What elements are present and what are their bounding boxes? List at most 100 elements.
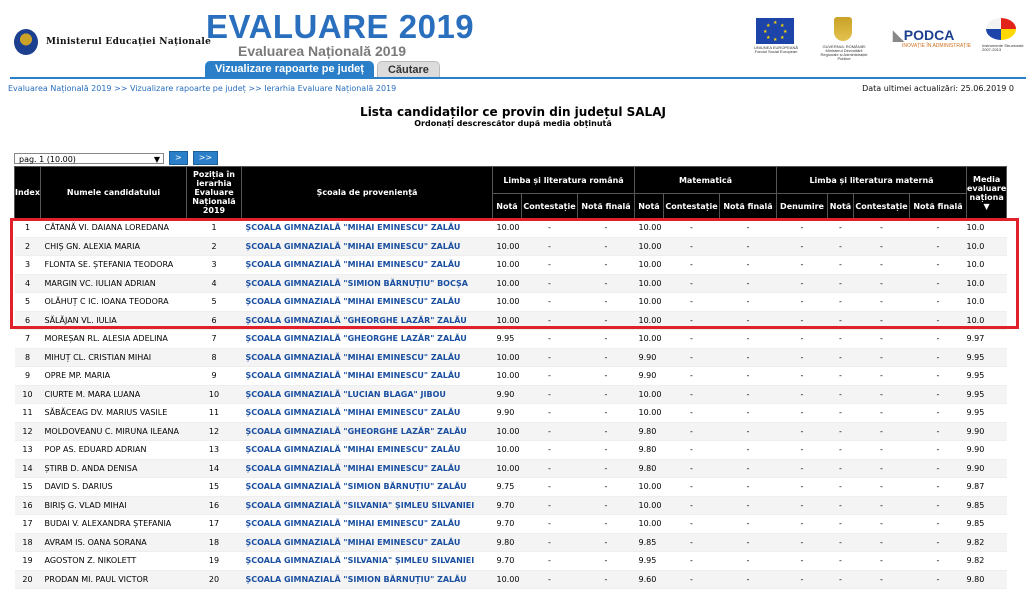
page-select[interactable]: pag. 1 (10.00) ▼ bbox=[14, 152, 164, 164]
table-row[interactable]: 13 POP AS. EDUARD ADRIAN 13 ȘCOALA GIMNAZIA… bbox=[14, 440, 1007, 460]
school-link[interactable]: ȘCOALA GIMNAZIALĂ "MIHAI EMINESCU" ZALĂU bbox=[246, 353, 461, 362]
school-link[interactable]: ȘCOALA GIMNAZIALĂ "MIHAI EMINESCU" ZALĂU bbox=[246, 260, 461, 269]
cell-mt-final: - bbox=[909, 311, 967, 330]
table-row[interactable]: 5 OLĂHUȚ C IC. IOANA TEODORA 5 ȘCOALA GIMNA… bbox=[14, 292, 1007, 312]
cell-school[interactable]: ȘCOALA GIMNAZIALĂ "MIHAI EMINESCU" ZALĂU bbox=[241, 348, 493, 367]
cell-average: 9.82 bbox=[966, 551, 1007, 571]
school-link[interactable]: ȘCOALA GIMNAZIALĂ "MIHAI EMINESCU" ZALĂU bbox=[246, 242, 461, 251]
school-link[interactable]: ȘCOALA GIMNAZIALĂ "GHEORGHE LAZĂR" ZALĂU bbox=[246, 334, 467, 343]
table-row[interactable]: 19 AGOSTON Z. NIKOLETT 19 ȘCOALA GIMNAZIALĂ… bbox=[14, 551, 1007, 571]
column-header-index[interactable]: Index bbox=[14, 166, 41, 219]
school-link[interactable]: ȘCOALA GIMNAZIALĂ "MIHAI EMINESCU" ZALĂU bbox=[246, 297, 461, 306]
cell-school[interactable]: ȘCOALA GIMNAZIALĂ "GHEORGHE LAZĂR" ZALĂU bbox=[241, 311, 493, 330]
school-link[interactable]: ȘCOALA GIMNAZIALĂ "SIMION BĂRNUȚIU" ZALĂ… bbox=[246, 482, 467, 491]
cell-school[interactable]: ȘCOALA GIMNAZIALĂ "SIMION BĂRNUȚIU" ZALĂ… bbox=[241, 570, 493, 589]
column-header-ro-appeal[interactable]: Contestație bbox=[521, 193, 578, 219]
cell-school[interactable]: ȘCOALA GIMNAZIALĂ "SILVANIA" ȘIMLEU SILV… bbox=[241, 496, 493, 515]
table-row[interactable]: 16 BIRIȘ G. VLAD MIHAI 16 ȘCOALA GIMNAZIALĂ… bbox=[14, 496, 1007, 515]
cell-name: PRODAN MI. PAUL VICTOR bbox=[40, 570, 187, 589]
cell-school[interactable]: ȘCOALA GIMNAZIALĂ "MIHAI EMINESCU" ZALĂU bbox=[241, 366, 493, 386]
ministry-logo[interactable]: Ministerul Educației Naționale bbox=[14, 29, 211, 55]
cell-math-appeal: - bbox=[663, 570, 720, 589]
school-link[interactable]: ȘCOALA GIMNAZIALĂ "MIHAI EMINESCU" ZALĂU bbox=[246, 519, 461, 528]
cell-school[interactable]: ȘCOALA GIMNAZIALĂ "MIHAI EMINESCU" ZALĂU bbox=[241, 514, 493, 534]
table-row[interactable]: 17 BUDAI V. ALEXANDRA ȘTEFANIA 17 ȘCOALA GI… bbox=[14, 514, 1007, 534]
school-link[interactable]: ȘCOALA GIMNAZIALĂ "SIMION BĂRNUȚIU" BOCȘ… bbox=[246, 279, 468, 288]
column-header-average[interactable]: Media evaluare naționa ▼ bbox=[965, 166, 1008, 219]
column-header-mt-final[interactable]: Notă finală bbox=[909, 193, 967, 219]
cell-school[interactable]: ȘCOALA GIMNAZIALĂ "SIMION BĂRNUȚIU" BOCȘ… bbox=[241, 274, 493, 293]
table-row[interactable]: 20 PRODAN MI. PAUL VICTOR 20 ȘCOALA GIMNAZI… bbox=[14, 570, 1007, 589]
table-row[interactable]: 10 CIURTE M. MARA LUANA 10 ȘCOALA GIMNAZIAL… bbox=[14, 385, 1007, 404]
school-link[interactable]: ȘCOALA GIMNAZIALĂ "MIHAI EMINESCU" ZALĂU bbox=[246, 445, 461, 454]
next-page-button[interactable]: > bbox=[169, 151, 188, 165]
school-link[interactable]: ȘCOALA GIMNAZIALĂ "SILVANIA" ȘIMLEU SILV… bbox=[246, 501, 475, 510]
table-row[interactable]: 15 DAVID S. DARIUS 15 ȘCOALA GIMNAZIALĂ "SI… bbox=[14, 477, 1007, 497]
school-link[interactable]: ȘCOALA GIMNAZIALĂ "SILVANIA" ȘIMLEU SILV… bbox=[246, 556, 475, 565]
cell-ro-appeal: - bbox=[521, 385, 578, 404]
breadcrumb-item-evaluation[interactable]: Evaluarea Națională 2019 bbox=[8, 84, 112, 93]
cell-math-grade: 9.90 bbox=[634, 366, 664, 386]
cell-mt-grade: - bbox=[827, 255, 854, 275]
school-link[interactable]: ȘCOALA GIMNAZIALĂ "MIHAI EMINESCU" ZALĂU bbox=[246, 223, 461, 232]
school-link[interactable]: ȘCOALA GIMNAZIALĂ "GHEORGHE LAZĂR" ZALĂU bbox=[246, 427, 467, 436]
column-header-ro-grade[interactable]: Notă bbox=[492, 193, 522, 219]
school-link[interactable]: ȘCOALA GIMNAZIALĂ "MIHAI EMINESCU" ZALĂU bbox=[246, 464, 461, 473]
cell-mt-name: - bbox=[776, 237, 828, 256]
cell-average: 10.0 bbox=[966, 274, 1007, 293]
cell-ro-final: - bbox=[577, 329, 635, 349]
column-header-mt-name[interactable]: Denumire bbox=[776, 193, 828, 219]
cell-school[interactable]: ȘCOALA GIMNAZIALĂ "MIHAI EMINESCU" ZALĂU bbox=[241, 292, 493, 312]
breadcrumb-item-county-reports[interactable]: Vizualizare rapoarte pe județ bbox=[130, 84, 246, 93]
column-header-mt-appeal[interactable]: Contestație bbox=[853, 193, 910, 219]
cell-school[interactable]: ȘCOALA GIMNAZIALĂ "MIHAI EMINESCU" ZALĂU bbox=[241, 533, 493, 552]
cell-index: 7 bbox=[14, 329, 41, 349]
table-row[interactable]: 2 CHIȘ GN. ALEXIA MARIA 2 ȘCOALA GIMNAZIALĂ… bbox=[14, 237, 1007, 256]
table-row[interactable]: 3 FLONTA SE. ȘTEFANIA TEODORA 3 ȘCOALA GIMN… bbox=[14, 255, 1007, 275]
cell-school[interactable]: ȘCOALA GIMNAZIALĂ "GHEORGHE LAZĂR" ZALĂU bbox=[241, 422, 493, 441]
table-row[interactable]: 8 MIHUȚ CL. CRISTIAN MIHAI 8 ȘCOALA GIMNAZI… bbox=[14, 348, 1007, 367]
column-header-position[interactable]: Poziția în ierarhia Evaluare Națională 2… bbox=[186, 166, 242, 219]
column-header-mt-grade[interactable]: Notă bbox=[827, 193, 854, 219]
column-header-math-grade[interactable]: Notă bbox=[634, 193, 664, 219]
table-row[interactable]: 14 ȘTIRB D. ANDA DENISA 14 ȘCOALA GIMNAZIAL… bbox=[14, 459, 1007, 478]
cell-school[interactable]: ȘCOALA GIMNAZIALĂ "MIHAI EMINESCU" ZALĂU bbox=[241, 255, 493, 275]
table-row[interactable]: 4 MARGIN VC. IULIAN ADRIAN 4 ȘCOALA GIMNAZI… bbox=[14, 274, 1007, 293]
cell-math-final: - bbox=[719, 570, 777, 589]
breadcrumb-item-hierarchy[interactable]: Ierarhia Evaluare Națională 2019 bbox=[264, 84, 396, 93]
school-link[interactable]: ȘCOALA GIMNAZIALĂ "SIMION BĂRNUȚIU" ZALĂ… bbox=[246, 575, 467, 584]
table-row[interactable]: 9 OPRE MP. MARIA 9 ȘCOALA GIMNAZIALĂ "MIHAI… bbox=[14, 366, 1007, 386]
cell-school[interactable]: ȘCOALA GIMNAZIALĂ "MIHAI EMINESCU" ZALĂU bbox=[241, 237, 493, 256]
cell-school[interactable]: ȘCOALA GIMNAZIALĂ "SILVANIA" ȘIMLEU SILV… bbox=[241, 551, 493, 571]
column-group-math: Matematică bbox=[634, 166, 777, 194]
cell-school[interactable]: ȘCOALA GIMNAZIALĂ "MIHAI EMINESCU" ZALĂU bbox=[241, 440, 493, 460]
cell-ro-grade: 9.70 bbox=[492, 514, 522, 534]
school-link[interactable]: ȘCOALA GIMNAZIALĂ "GHEORGHE LAZĂR" ZALĂU bbox=[246, 316, 467, 325]
column-header-name[interactable]: Numele candidatului bbox=[40, 166, 187, 219]
table-row[interactable]: 11 SĂBĂCEAG DV. MARIUS VASILE 11 ȘCOALA GIM… bbox=[14, 403, 1007, 423]
column-header-ro-final[interactable]: Notă finală bbox=[577, 193, 635, 219]
table-row[interactable]: 6 SĂLĂJAN VL. IULIA 6 ȘCOALA GIMNAZIALĂ "GH… bbox=[14, 311, 1007, 330]
cell-ro-appeal: - bbox=[521, 514, 578, 534]
school-link[interactable]: ȘCOALA GIMNAZIALĂ "MIHAI EMINESCU" ZALĂU bbox=[246, 538, 461, 547]
table-row[interactable]: 12 MOLDOVEANU C. MIRUNA ILEANA 12 ȘCOALA GI… bbox=[14, 422, 1007, 441]
cell-math-final: - bbox=[719, 533, 777, 552]
cell-ro-grade: 10.00 bbox=[492, 570, 522, 589]
column-header-math-appeal[interactable]: Contestație bbox=[663, 193, 720, 219]
cell-math-final: - bbox=[719, 477, 777, 497]
cell-school[interactable]: ȘCOALA GIMNAZIALĂ "MIHAI EMINESCU" ZALĂU bbox=[241, 403, 493, 423]
last-page-button[interactable]: >> bbox=[192, 151, 219, 165]
school-link[interactable]: ȘCOALA GIMNAZIALĂ "LUCIAN BLAGA" JIBOU bbox=[246, 390, 446, 399]
cell-school[interactable]: ȘCOALA GIMNAZIALĂ "LUCIAN BLAGA" JIBOU bbox=[241, 385, 493, 404]
cell-school[interactable]: ȘCOALA GIMNAZIALĂ "MIHAI EMINESCU" ZALĂU bbox=[241, 459, 493, 478]
school-link[interactable]: ȘCOALA GIMNAZIALĂ "MIHAI EMINESCU" ZALĂU bbox=[246, 408, 461, 417]
table-row[interactable]: 7 MOREȘAN RL. ALESIA ADELINA 7 ȘCOALA GIMNA… bbox=[14, 329, 1007, 349]
column-header-school[interactable]: Școala de proveniență bbox=[241, 166, 493, 219]
cell-school[interactable]: ȘCOALA GIMNAZIALĂ "SIMION BĂRNUȚIU" ZALĂ… bbox=[241, 477, 493, 497]
table-row[interactable]: 18 AVRAM IS. OANA SORANA 18 ȘCOALA GIMNAZIA… bbox=[14, 533, 1007, 552]
cell-school[interactable]: ȘCOALA GIMNAZIALĂ "GHEORGHE LAZĂR" ZALĂU bbox=[241, 329, 493, 349]
cell-school[interactable]: ȘCOALA GIMNAZIALĂ "MIHAI EMINESCU" ZALĂU bbox=[241, 218, 493, 238]
column-header-math-final[interactable]: Notă finală bbox=[719, 193, 777, 219]
table-row[interactable]: 1 CĂTANĂ VI. DAIANA LOREDANA 1 ȘCOALA GIMNA… bbox=[14, 218, 1007, 238]
school-link[interactable]: ȘCOALA GIMNAZIALĂ "MIHAI EMINESCU" ZALĂU bbox=[246, 371, 461, 380]
